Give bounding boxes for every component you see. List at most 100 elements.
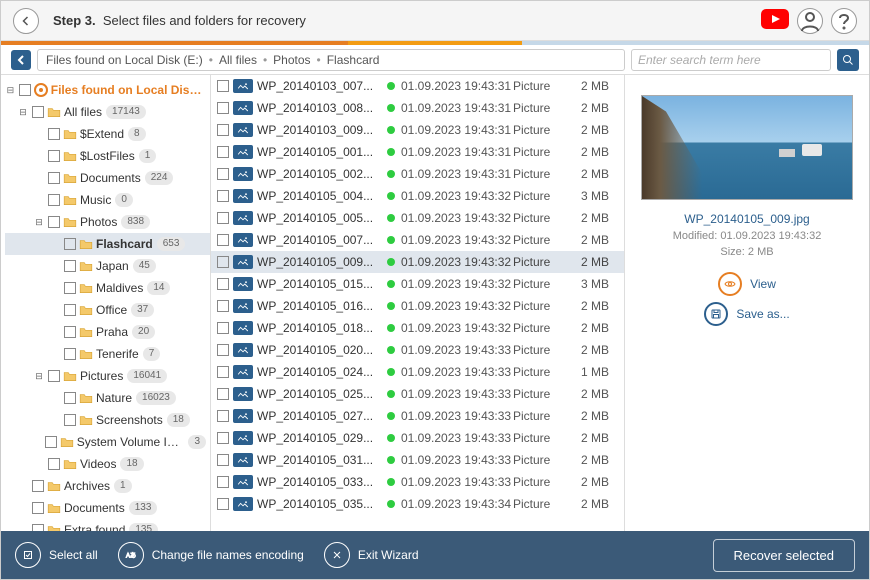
file-checkbox[interactable] — [217, 432, 229, 444]
file-row[interactable]: WP_20140105_005...01.09.2023 19:43:32Pic… — [211, 207, 624, 229]
tree-item-praha[interactable]: Praha20 — [5, 321, 210, 343]
tree-item-extra-found[interactable]: Extra found135 — [5, 519, 210, 531]
file-row[interactable]: WP_20140105_025...01.09.2023 19:43:33Pic… — [211, 383, 624, 405]
file-row[interactable]: WP_20140105_018...01.09.2023 19:43:32Pic… — [211, 317, 624, 339]
file-checkbox[interactable] — [217, 476, 229, 488]
tree-checkbox[interactable] — [48, 370, 60, 382]
file-checkbox[interactable] — [217, 454, 229, 466]
search-input[interactable] — [631, 49, 831, 71]
breadcrumb-part[interactable]: Photos — [273, 53, 310, 67]
file-row[interactable]: WP_20140105_029...01.09.2023 19:43:33Pic… — [211, 427, 624, 449]
tree-checkbox[interactable] — [64, 304, 76, 316]
tree-item-maldives[interactable]: Maldives14 — [5, 277, 210, 299]
file-list[interactable]: WP_20140103_007...01.09.2023 19:43:31Pic… — [211, 75, 624, 531]
tree-checkbox[interactable] — [45, 436, 57, 448]
file-checkbox[interactable] — [217, 168, 229, 180]
file-row[interactable]: WP_20140105_033...01.09.2023 19:43:33Pic… — [211, 471, 624, 493]
file-row[interactable]: WP_20140105_027...01.09.2023 19:43:33Pic… — [211, 405, 624, 427]
tree-checkbox[interactable] — [48, 172, 60, 184]
breadcrumb-part[interactable]: All files — [219, 53, 257, 67]
breadcrumb[interactable]: Files found on Local Disk (E:) • All fil… — [37, 49, 625, 71]
exit-wizard-button[interactable]: Exit Wizard — [324, 542, 419, 568]
tree-checkbox[interactable] — [48, 458, 60, 470]
help-button[interactable] — [831, 8, 857, 34]
preview-image[interactable] — [641, 95, 853, 200]
tree-checkbox[interactable] — [48, 216, 60, 228]
tree-item-system-volume-information[interactable]: System Volume Information3 — [5, 431, 210, 453]
file-checkbox[interactable] — [217, 366, 229, 378]
tree-checkbox[interactable] — [19, 84, 31, 96]
file-row[interactable]: WP_20140103_007...01.09.2023 19:43:31Pic… — [211, 75, 624, 97]
tree-item-tenerife[interactable]: Tenerife7 — [5, 343, 210, 365]
tree-checkbox[interactable] — [64, 260, 76, 272]
tree-item-office[interactable]: Office37 — [5, 299, 210, 321]
tree-toggle[interactable]: ⊟ — [5, 85, 16, 96]
tree-item-videos[interactable]: Videos18 — [5, 453, 210, 475]
save-as-button[interactable]: Save as... — [704, 302, 789, 326]
file-checkbox[interactable] — [217, 278, 229, 290]
tree-item-documents[interactable]: Documents224 — [5, 167, 210, 189]
file-row[interactable]: WP_20140105_004...01.09.2023 19:43:32Pic… — [211, 185, 624, 207]
file-row[interactable]: WP_20140105_024...01.09.2023 19:43:33Pic… — [211, 361, 624, 383]
file-row[interactable]: WP_20140103_008...01.09.2023 19:43:31Pic… — [211, 97, 624, 119]
tree-checkbox[interactable] — [48, 128, 60, 140]
tree-item-photos[interactable]: ⊟Photos838 — [5, 211, 210, 233]
youtube-button[interactable] — [761, 9, 789, 32]
tree-checkbox[interactable] — [64, 326, 76, 338]
file-checkbox[interactable] — [217, 124, 229, 136]
file-checkbox[interactable] — [217, 80, 229, 92]
tree-item-all-files[interactable]: ⊟All files17143 — [5, 101, 210, 123]
file-row[interactable]: WP_20140105_031...01.09.2023 19:43:33Pic… — [211, 449, 624, 471]
tree-item-files-found-on-local-disk-e-[interactable]: ⊟Files found on Local Disk (E:) — [5, 79, 210, 101]
tree-item-screenshots[interactable]: Screenshots18 — [5, 409, 210, 431]
tree-item-flashcard[interactable]: Flashcard653 — [5, 233, 210, 255]
tree-checkbox[interactable] — [64, 238, 76, 250]
recover-selected-button[interactable]: Recover selected — [713, 539, 855, 572]
tree-checkbox[interactable] — [64, 392, 76, 404]
back-button[interactable] — [13, 8, 39, 34]
tree-item-documents[interactable]: Documents133 — [5, 497, 210, 519]
tree-checkbox[interactable] — [64, 348, 76, 360]
file-row[interactable]: WP_20140105_015...01.09.2023 19:43:32Pic… — [211, 273, 624, 295]
file-row[interactable]: WP_20140105_020...01.09.2023 19:43:33Pic… — [211, 339, 624, 361]
file-checkbox[interactable] — [217, 344, 229, 356]
file-row[interactable]: WP_20140105_009...01.09.2023 19:43:32Pic… — [211, 251, 624, 273]
tree-item--extend[interactable]: $Extend8 — [5, 123, 210, 145]
tree-toggle[interactable]: ⊟ — [17, 107, 29, 118]
tree-toggle[interactable]: ⊟ — [33, 217, 45, 228]
file-row[interactable]: WP_20140105_007...01.09.2023 19:43:32Pic… — [211, 229, 624, 251]
view-button[interactable]: View — [718, 272, 776, 296]
file-checkbox[interactable] — [217, 388, 229, 400]
file-row[interactable]: WP_20140105_016...01.09.2023 19:43:32Pic… — [211, 295, 624, 317]
file-checkbox[interactable] — [217, 234, 229, 246]
folder-tree[interactable]: ⊟Files found on Local Disk (E:)⊟All file… — [1, 75, 211, 531]
account-button[interactable] — [797, 8, 823, 34]
file-row[interactable]: WP_20140105_035...01.09.2023 19:43:34Pic… — [211, 493, 624, 515]
encoding-button[interactable]: Aあ Change file names encoding — [118, 542, 304, 568]
file-row[interactable]: WP_20140105_001...01.09.2023 19:43:31Pic… — [211, 141, 624, 163]
file-checkbox[interactable] — [217, 146, 229, 158]
preview-filename[interactable]: WP_20140105_009.jpg — [639, 212, 855, 226]
tree-item-japan[interactable]: Japan45 — [5, 255, 210, 277]
tree-checkbox[interactable] — [64, 282, 76, 294]
tree-toggle[interactable]: ⊟ — [33, 371, 45, 382]
breadcrumb-back-button[interactable] — [11, 50, 31, 70]
tree-checkbox[interactable] — [32, 106, 44, 118]
tree-item--lostfiles[interactable]: $LostFiles1 — [5, 145, 210, 167]
tree-checkbox[interactable] — [48, 150, 60, 162]
file-checkbox[interactable] — [217, 322, 229, 334]
tree-item-nature[interactable]: Nature16023 — [5, 387, 210, 409]
tree-checkbox[interactable] — [48, 194, 60, 206]
tree-item-music[interactable]: Music0 — [5, 189, 210, 211]
tree-checkbox[interactable] — [32, 480, 44, 492]
search-button[interactable] — [837, 49, 859, 71]
tree-item-pictures[interactable]: ⊟Pictures16041 — [5, 365, 210, 387]
file-row[interactable]: WP_20140103_009...01.09.2023 19:43:31Pic… — [211, 119, 624, 141]
file-row[interactable]: WP_20140105_002...01.09.2023 19:43:31Pic… — [211, 163, 624, 185]
file-checkbox[interactable] — [217, 212, 229, 224]
tree-item-archives[interactable]: Archives1 — [5, 475, 210, 497]
tree-checkbox[interactable] — [64, 414, 76, 426]
breadcrumb-part[interactable]: Files found on Local Disk (E:) — [46, 53, 203, 67]
file-checkbox[interactable] — [217, 498, 229, 510]
file-checkbox[interactable] — [217, 410, 229, 422]
